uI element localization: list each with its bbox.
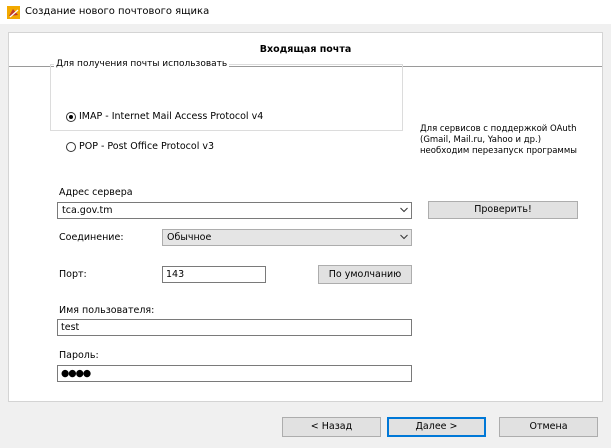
next-button[interactable]: Далее > xyxy=(387,417,486,437)
cancel-button[interactable]: Отмена xyxy=(499,417,598,437)
imap-radio-option[interactable]: IMAP - Internet Mail Access Protocol v4 xyxy=(66,111,263,122)
connection-label: Соединение: xyxy=(59,232,124,243)
chevron-down-icon xyxy=(400,207,408,213)
password-input[interactable]: ●●●● xyxy=(57,365,412,382)
back-button[interactable]: < Назад xyxy=(282,417,381,437)
server-label: Адрес сервера xyxy=(59,187,133,198)
check-button[interactable]: Проверить! xyxy=(428,201,578,219)
username-label: Имя пользователя: xyxy=(59,305,155,316)
password-label: Пароль: xyxy=(59,350,99,361)
title-bar: Создание нового почтового ящика xyxy=(0,0,611,24)
pop-radio-option[interactable]: POP - Post Office Protocol v3 xyxy=(66,141,214,152)
server-value: tca.gov.tm xyxy=(62,205,113,216)
username-input[interactable]: test xyxy=(57,319,412,336)
app-icon xyxy=(7,6,20,19)
page-title: Входящая почта xyxy=(259,44,352,55)
chevron-down-icon xyxy=(400,234,408,240)
port-input[interactable]: 143 xyxy=(162,266,266,283)
pop-radio-button[interactable] xyxy=(66,141,76,152)
server-combobox[interactable]: tca.gov.tm xyxy=(57,202,412,219)
connection-select[interactable]: Обычное xyxy=(162,229,412,246)
imap-radio-label: IMAP - Internet Mail Access Protocol v4 xyxy=(79,111,264,122)
pop-radio-label: POP - Post Office Protocol v3 xyxy=(79,141,215,152)
oauth-note: Для сервисов с поддержкой OAuth (Gmail, … xyxy=(420,124,577,156)
default-port-button[interactable]: По умолчанию xyxy=(318,265,412,284)
imap-radio-button[interactable] xyxy=(66,111,76,122)
port-label: Порт: xyxy=(59,269,87,280)
window-title: Создание нового почтового ящика xyxy=(25,6,210,17)
protocol-group-legend: Для получения почты использовать xyxy=(54,59,230,69)
connection-value: Обычное xyxy=(167,232,212,243)
